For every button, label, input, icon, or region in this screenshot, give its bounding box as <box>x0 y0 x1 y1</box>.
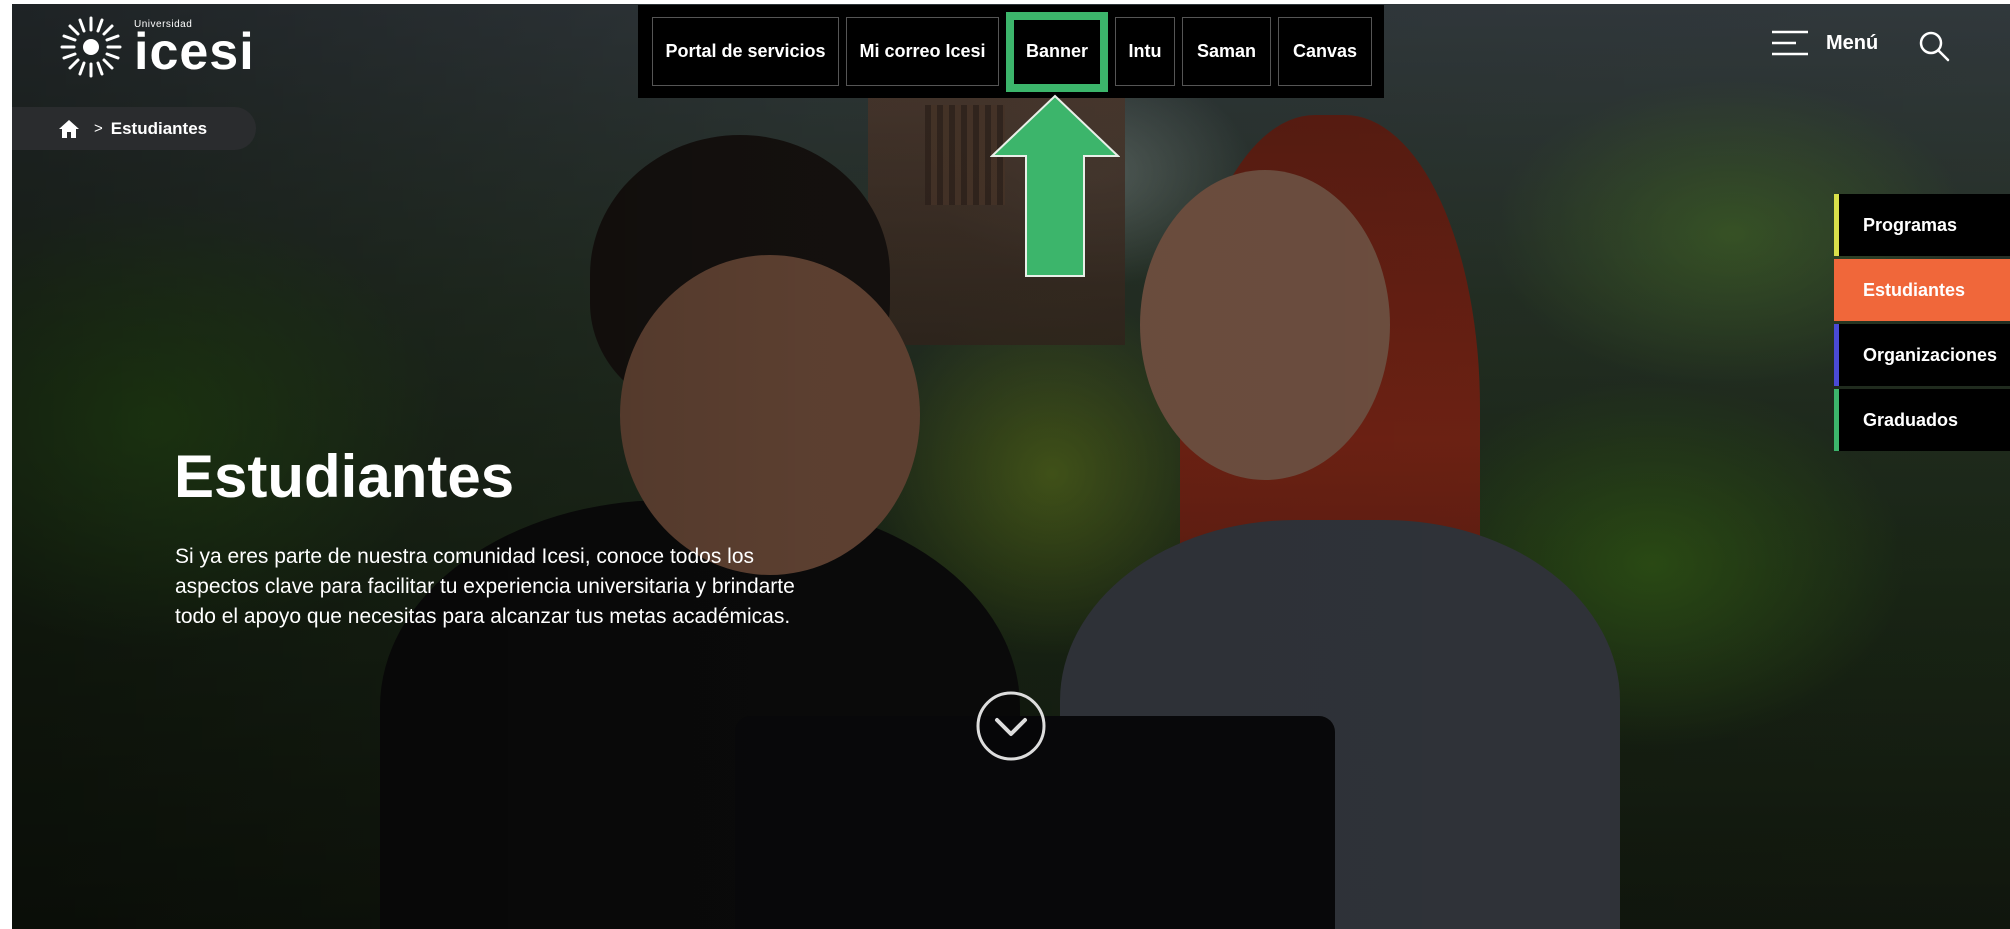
hamburger-menu-icon <box>1772 30 1808 56</box>
sunburst-logo-icon <box>60 16 122 78</box>
tab-organizaciones[interactable]: Organizaciones <box>1834 324 2010 386</box>
search-icon[interactable] <box>1918 30 1950 62</box>
breadcrumb-current: Estudiantes <box>110 118 208 138</box>
menu-button[interactable]: Menú <box>1770 28 1878 58</box>
breadcrumb-separator: > <box>94 120 103 137</box>
canvas-link[interactable]: Canvas <box>1278 17 1372 86</box>
audience-tabs: Programas Estudiantes Organizaciones Gra… <box>1834 194 2010 454</box>
icesi-logo[interactable]: Universidad icesi <box>58 14 255 80</box>
up-arrow-annotation <box>990 94 1120 277</box>
mi-correo-icesi-link[interactable]: Mi correo Icesi <box>846 17 999 86</box>
portal-de-servicios-link[interactable]: Portal de servicios <box>652 17 839 86</box>
tab-estudiantes[interactable]: Estudiantes <box>1834 259 2010 321</box>
hero-description: Si ya eres parte de nuestra comunidad Ic… <box>175 545 795 628</box>
tab-programas[interactable]: Programas <box>1834 194 2010 256</box>
tab-graduados[interactable]: Graduados <box>1834 389 2010 451</box>
page: Universidad icesi Portal de servicios Mi… <box>0 0 2010 929</box>
menu-label: Menú <box>1826 31 1879 54</box>
quick-links-bar: Portal de servicios Mi correo Icesi Bann… <box>638 5 1384 98</box>
home-icon[interactable] <box>58 118 80 140</box>
banner-link[interactable]: Banner <box>1006 11 1108 92</box>
chevron-down-circle-icon[interactable] <box>975 690 1047 762</box>
intu-link[interactable]: Intu <box>1115 17 1175 86</box>
page-title: Estudiantes <box>174 443 515 510</box>
breadcrumb: > Estudiantes <box>12 107 256 150</box>
logo-wordmark: Universidad icesi <box>134 20 255 81</box>
saman-link[interactable]: Saman <box>1182 17 1271 86</box>
logo-name: icesi <box>134 23 255 81</box>
